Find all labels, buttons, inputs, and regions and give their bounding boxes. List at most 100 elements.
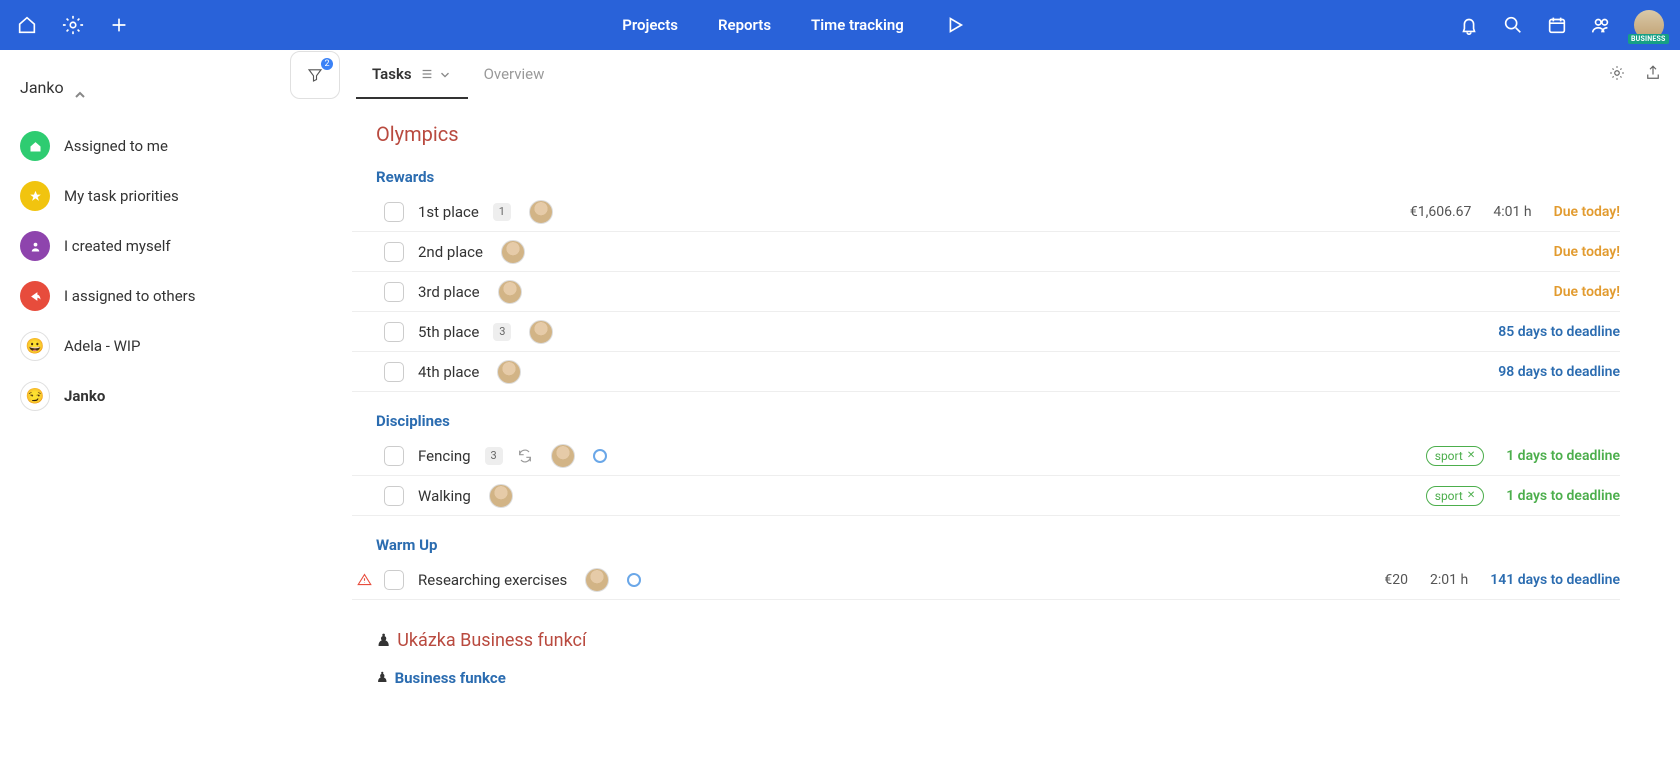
list-icon: [420, 67, 434, 81]
plan-badge: BUSINESS: [1628, 34, 1669, 44]
user-switcher[interactable]: Janko: [16, 74, 264, 101]
assignee-avatar[interactable]: [501, 240, 525, 264]
assignee-avatar[interactable]: [498, 280, 522, 304]
sidebar-item-label: Janko: [64, 387, 105, 405]
assignee-avatar[interactable]: [529, 320, 553, 344]
checkbox[interactable]: [384, 242, 404, 262]
sidebar-item-2[interactable]: I created myself: [16, 223, 264, 269]
gear-icon[interactable]: [62, 14, 84, 36]
checkbox[interactable]: [384, 282, 404, 302]
bell-icon[interactable]: [1458, 14, 1480, 36]
task-deadline: Due today!: [1554, 204, 1620, 220]
pawn-icon: ♟: [376, 670, 389, 686]
section-title[interactable]: Warm Up: [376, 536, 1620, 554]
section-title[interactable]: Rewards: [376, 168, 1620, 186]
subtask-count-badge: 1: [493, 203, 511, 221]
pawn-icon: ♟: [376, 631, 391, 651]
sidebar-item-0[interactable]: Assigned to me: [16, 123, 264, 169]
task-hours: 4:01 h: [1493, 204, 1531, 220]
task-name: 5th place: [418, 323, 479, 341]
assignee-avatar[interactable]: [489, 484, 513, 508]
tag[interactable]: sport ✕: [1426, 446, 1484, 466]
chevron-down-icon: [438, 67, 452, 81]
home-icon[interactable]: [16, 14, 38, 36]
progress-ring-icon: [593, 449, 607, 463]
nav-reports[interactable]: Reports: [718, 16, 771, 34]
section-title[interactable]: Disciplines: [376, 412, 1620, 430]
assignee-avatar[interactable]: [551, 444, 575, 468]
task-name: Walking: [418, 487, 471, 505]
task-price: €1,606.67: [1410, 204, 1472, 220]
person-icon: [20, 231, 50, 261]
play-icon[interactable]: [944, 14, 966, 36]
checkbox[interactable]: [384, 202, 404, 222]
task-name: Fencing: [418, 447, 471, 465]
task-hours: 2:01 h: [1430, 572, 1468, 588]
filter-count-badge: 2: [321, 58, 333, 70]
tag[interactable]: sport ✕: [1426, 486, 1484, 506]
task-deadline: 141 days to deadline: [1490, 572, 1620, 588]
plus-icon[interactable]: [108, 14, 130, 36]
task-name: 2nd place: [418, 243, 483, 261]
subtask-count-badge: 3: [493, 323, 511, 341]
user-name: Janko: [20, 78, 64, 97]
task-name: Researching exercises: [418, 571, 567, 589]
task-deadline: 1 days to deadline: [1506, 488, 1620, 504]
sidebar-item-5[interactable]: 😏 Janko: [16, 373, 264, 419]
checkbox[interactable]: [384, 446, 404, 466]
task-row[interactable]: Researching exercises €20 2:01 h 141 days t…: [352, 560, 1620, 600]
task-name: 3rd place: [418, 283, 480, 301]
checkbox[interactable]: [384, 570, 404, 590]
task-row[interactable]: Walking sport ✕ 1 days to deadline: [352, 476, 1620, 516]
task-row[interactable]: 2nd place Due today!: [352, 232, 1620, 272]
settings-icon[interactable]: [1608, 64, 1626, 86]
emoji-icon: 😏: [20, 381, 50, 411]
task-row[interactable]: 4th place 98 days to deadline: [352, 352, 1620, 392]
checkbox[interactable]: [384, 322, 404, 342]
search-icon[interactable]: [1502, 14, 1524, 36]
assignee-avatar[interactable]: [529, 200, 553, 224]
home-icon: [20, 131, 50, 161]
sidebar-item-1[interactable]: My task priorities: [16, 173, 264, 219]
task-row[interactable]: 1st place 1 €1,606.67 4:01 h Due today!: [352, 192, 1620, 232]
nav-time-tracking[interactable]: Time tracking: [811, 16, 904, 34]
tab-overview[interactable]: Overview: [468, 51, 561, 99]
task-price: €20: [1384, 572, 1408, 588]
sidebar-item-label: I assigned to others: [64, 287, 195, 305]
sidebar-item-label: I created myself: [64, 237, 171, 255]
checkbox[interactable]: [384, 362, 404, 382]
task-name: 1st place: [418, 203, 479, 221]
assignee-avatar[interactable]: [497, 360, 521, 384]
sidebar-item-label: My task priorities: [64, 187, 179, 205]
checkbox[interactable]: [384, 486, 404, 506]
sidebar-item-label: Assigned to me: [64, 137, 168, 155]
project-title[interactable]: Olympics: [376, 122, 1620, 146]
sidebar-item-label: Adela - WIP: [64, 337, 140, 355]
star-icon: [20, 181, 50, 211]
repeat-icon: [517, 448, 533, 464]
nav-projects[interactable]: Projects: [622, 16, 678, 34]
section-title[interactable]: Business funkce: [395, 669, 506, 687]
task-name: 4th place: [418, 363, 479, 381]
progress-ring-icon: [627, 573, 641, 587]
task-row[interactable]: 5th place 3 85 days to deadline: [352, 312, 1620, 352]
project-title[interactable]: Ukázka Business funkcí: [397, 630, 586, 651]
task-deadline: 1 days to deadline: [1506, 448, 1620, 464]
task-deadline: Due today!: [1554, 284, 1620, 300]
calendar-icon[interactable]: [1546, 14, 1568, 36]
task-row[interactable]: Fencing3sport ✕1 days to deadline: [352, 436, 1620, 476]
sidebar-item-3[interactable]: I assigned to others: [16, 273, 264, 319]
filter-button[interactable]: 2: [290, 51, 340, 99]
emoji-icon: 😀: [20, 331, 50, 361]
sidebar-item-4[interactable]: 😀 Adela - WIP: [16, 323, 264, 369]
warning-icon: [352, 572, 376, 587]
tab-tasks[interactable]: Tasks: [356, 51, 468, 99]
task-deadline: 85 days to deadline: [1498, 324, 1620, 340]
assignee-avatar[interactable]: [585, 568, 609, 592]
task-deadline: 98 days to deadline: [1498, 364, 1620, 380]
task-deadline: Due today!: [1554, 244, 1620, 260]
task-row[interactable]: 3rd place Due today!: [352, 272, 1620, 312]
avatar[interactable]: BUSINESS: [1634, 10, 1664, 40]
share-icon[interactable]: [1644, 64, 1662, 86]
people-icon[interactable]: [1590, 14, 1612, 36]
